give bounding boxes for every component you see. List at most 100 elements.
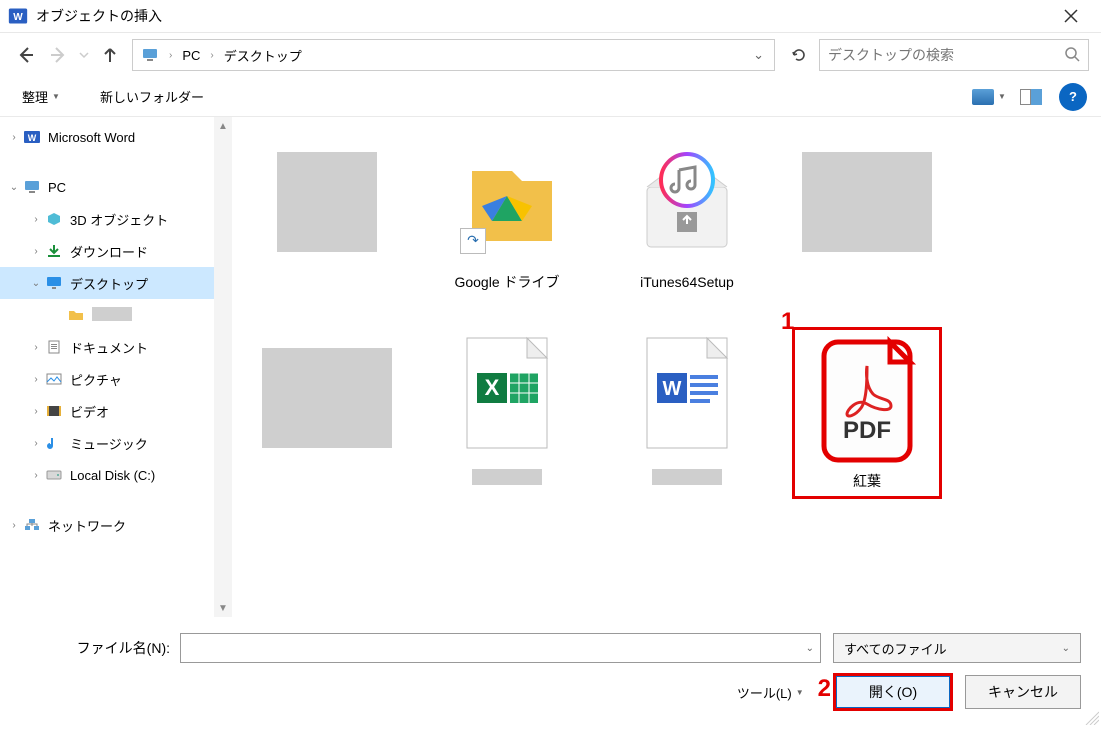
- resize-grip[interactable]: [1085, 711, 1099, 725]
- organize-label: 整理: [22, 87, 48, 106]
- sidebar: ›WMicrosoft Word ⌄ PC › 3D オブジェクト › ダウンロード ⌄デスク…: [0, 117, 232, 617]
- close-icon: [1064, 9, 1078, 23]
- breadcrumb-pc[interactable]: PC: [178, 48, 204, 63]
- file-item-image-wide[interactable]: [792, 131, 942, 297]
- file-item-gdrive[interactable]: ↷ Google ドライブ: [432, 131, 582, 297]
- tree-toggle-icon[interactable]: ›: [6, 520, 22, 531]
- tree-toggle-icon[interactable]: ›: [28, 246, 44, 257]
- help-button[interactable]: ?: [1059, 83, 1087, 111]
- open-label: 開く(O): [869, 682, 917, 702]
- tree-toggle-icon[interactable]: ›: [28, 342, 44, 353]
- svg-text:X: X: [485, 375, 500, 400]
- tree-toggle-icon[interactable]: ›: [28, 406, 44, 417]
- sidebar-item-word[interactable]: ›WMicrosoft Word: [0, 121, 216, 153]
- breadcrumb[interactable]: › PC › デスクトップ ⌄: [132, 39, 775, 71]
- splitpane-icon: [1020, 89, 1042, 105]
- sidebar-item-label: ミュージック: [70, 434, 212, 453]
- sidebar-item-label: ドキュメント: [70, 338, 212, 357]
- file-item-itunes[interactable]: iTunes64Setup: [612, 131, 762, 297]
- image-wide-icon: [262, 333, 392, 463]
- file-name-label: [652, 469, 722, 489]
- image-icon: [262, 137, 392, 267]
- filename-input[interactable]: ⌄: [180, 633, 821, 663]
- sidebar-item-disk[interactable]: › Local Disk (C:): [0, 459, 216, 491]
- arrow-right-icon: [48, 45, 68, 65]
- sidebar-item-label: PC: [48, 180, 212, 195]
- pic-icon: [44, 370, 64, 388]
- scroll-up-icon[interactable]: ▲: [214, 117, 232, 135]
- sidebar-item-label: Microsoft Word: [48, 130, 212, 145]
- shortcut-icon: ↷: [460, 228, 486, 254]
- network-icon: [22, 516, 42, 534]
- sidebar-item-pic[interactable]: ›ピクチャ: [0, 363, 216, 395]
- 3d-icon: [44, 210, 64, 228]
- sidebar-item-doc[interactable]: › ドキュメント: [0, 331, 216, 363]
- open-button[interactable]: 開く(O): [835, 675, 951, 709]
- file-item-excel[interactable]: X: [432, 327, 582, 499]
- sidebar-item-video[interactable]: ›ビデオ: [0, 395, 216, 427]
- tree-toggle-icon[interactable]: ›: [28, 374, 44, 385]
- sidebar-scrollbar[interactable]: ▲ ▼: [214, 117, 232, 617]
- pdf-icon: PDF: [802, 336, 932, 466]
- cancel-button[interactable]: キャンセル: [965, 675, 1081, 709]
- music-icon: [44, 434, 64, 452]
- tools-button[interactable]: ツール(L) ▼: [737, 683, 804, 702]
- search-icon: [1064, 46, 1080, 65]
- up-button[interactable]: [96, 41, 124, 69]
- sidebar-item-desktop[interactable]: ⌄デスクトップ: [0, 267, 216, 299]
- tree-toggle-icon[interactable]: ›: [6, 132, 22, 143]
- tree-toggle-icon[interactable]: ⌄: [28, 278, 44, 289]
- folder-icon: [66, 306, 86, 324]
- svg-text:PDF: PDF: [843, 417, 891, 444]
- chevron-down-icon: ▼: [998, 92, 1006, 101]
- chevron-down-icon[interactable]: ⌄: [806, 643, 814, 654]
- tree-toggle-icon[interactable]: ›: [28, 470, 44, 481]
- sidebar-item-network[interactable]: ›ネットワーク: [0, 509, 216, 541]
- file-name-label: Google ドライブ: [454, 273, 559, 291]
- view-thumbnails-button[interactable]: ▼: [971, 83, 1007, 111]
- refresh-button[interactable]: [783, 39, 815, 71]
- sidebar-item-download[interactable]: › ダウンロード: [0, 235, 216, 267]
- forward-button[interactable]: [44, 41, 72, 69]
- itunes-icon: [622, 137, 752, 267]
- search-box[interactable]: [819, 39, 1089, 71]
- arrow-left-icon: [16, 45, 36, 65]
- file-filter-select[interactable]: すべてのファイル ⌄: [833, 633, 1081, 663]
- close-button[interactable]: [1048, 0, 1093, 32]
- sidebar-item-label: ダウンロード: [70, 242, 212, 261]
- word-icon: W: [622, 333, 752, 463]
- tree-toggle-icon[interactable]: ›: [28, 438, 44, 449]
- chevron-down-icon: ▼: [52, 92, 60, 101]
- chevron-down-icon: ▼: [796, 688, 804, 697]
- new-folder-button[interactable]: 新しいフォルダー: [92, 83, 212, 110]
- file-pane[interactable]: ↷Google ドライブiTunes64SetupXW1PDF紅葉: [232, 117, 1101, 617]
- gdrive-icon: ↷: [442, 137, 572, 267]
- scroll-down-icon[interactable]: ▼: [214, 599, 232, 617]
- sidebar-item-pc[interactable]: ⌄ PC: [0, 171, 216, 203]
- breadcrumb-dropdown[interactable]: ⌄: [747, 47, 770, 63]
- sidebar-item-folder[interactable]: [0, 299, 216, 331]
- sidebar-item-label: 3D オブジェクト: [70, 210, 212, 229]
- file-item-pdf[interactable]: 1PDF紅葉: [792, 327, 942, 499]
- file-item-image-wide[interactable]: [252, 327, 402, 499]
- back-button[interactable]: [12, 41, 40, 69]
- recent-button[interactable]: [76, 41, 92, 69]
- refresh-icon: [791, 47, 807, 63]
- file-item-image[interactable]: [252, 131, 402, 297]
- help-icon: ?: [1069, 89, 1077, 104]
- tree-toggle-icon[interactable]: ›: [28, 214, 44, 225]
- thumbnails-icon: [972, 89, 994, 105]
- tree-toggle-icon[interactable]: ⌄: [6, 182, 22, 193]
- view-splitpane-button[interactable]: [1013, 83, 1049, 111]
- disk-icon: [44, 466, 64, 484]
- organize-button[interactable]: 整理 ▼: [14, 83, 68, 110]
- file-item-word[interactable]: W: [612, 327, 762, 499]
- sidebar-item-music[interactable]: › ミュージック: [0, 427, 216, 459]
- bottom-panel: ファイル名(N): ⌄ すべてのファイル ⌄ ツール(L) ▼ 2 開く(O) …: [0, 617, 1101, 727]
- breadcrumb-desktop[interactable]: デスクトップ: [220, 46, 306, 65]
- sidebar-item-3d[interactable]: › 3D オブジェクト: [0, 203, 216, 235]
- file-name-label: 紅葉: [853, 472, 881, 490]
- tools-label: ツール(L): [737, 683, 792, 702]
- sidebar-item-label: Local Disk (C:): [70, 468, 212, 483]
- search-input[interactable]: [828, 47, 1064, 63]
